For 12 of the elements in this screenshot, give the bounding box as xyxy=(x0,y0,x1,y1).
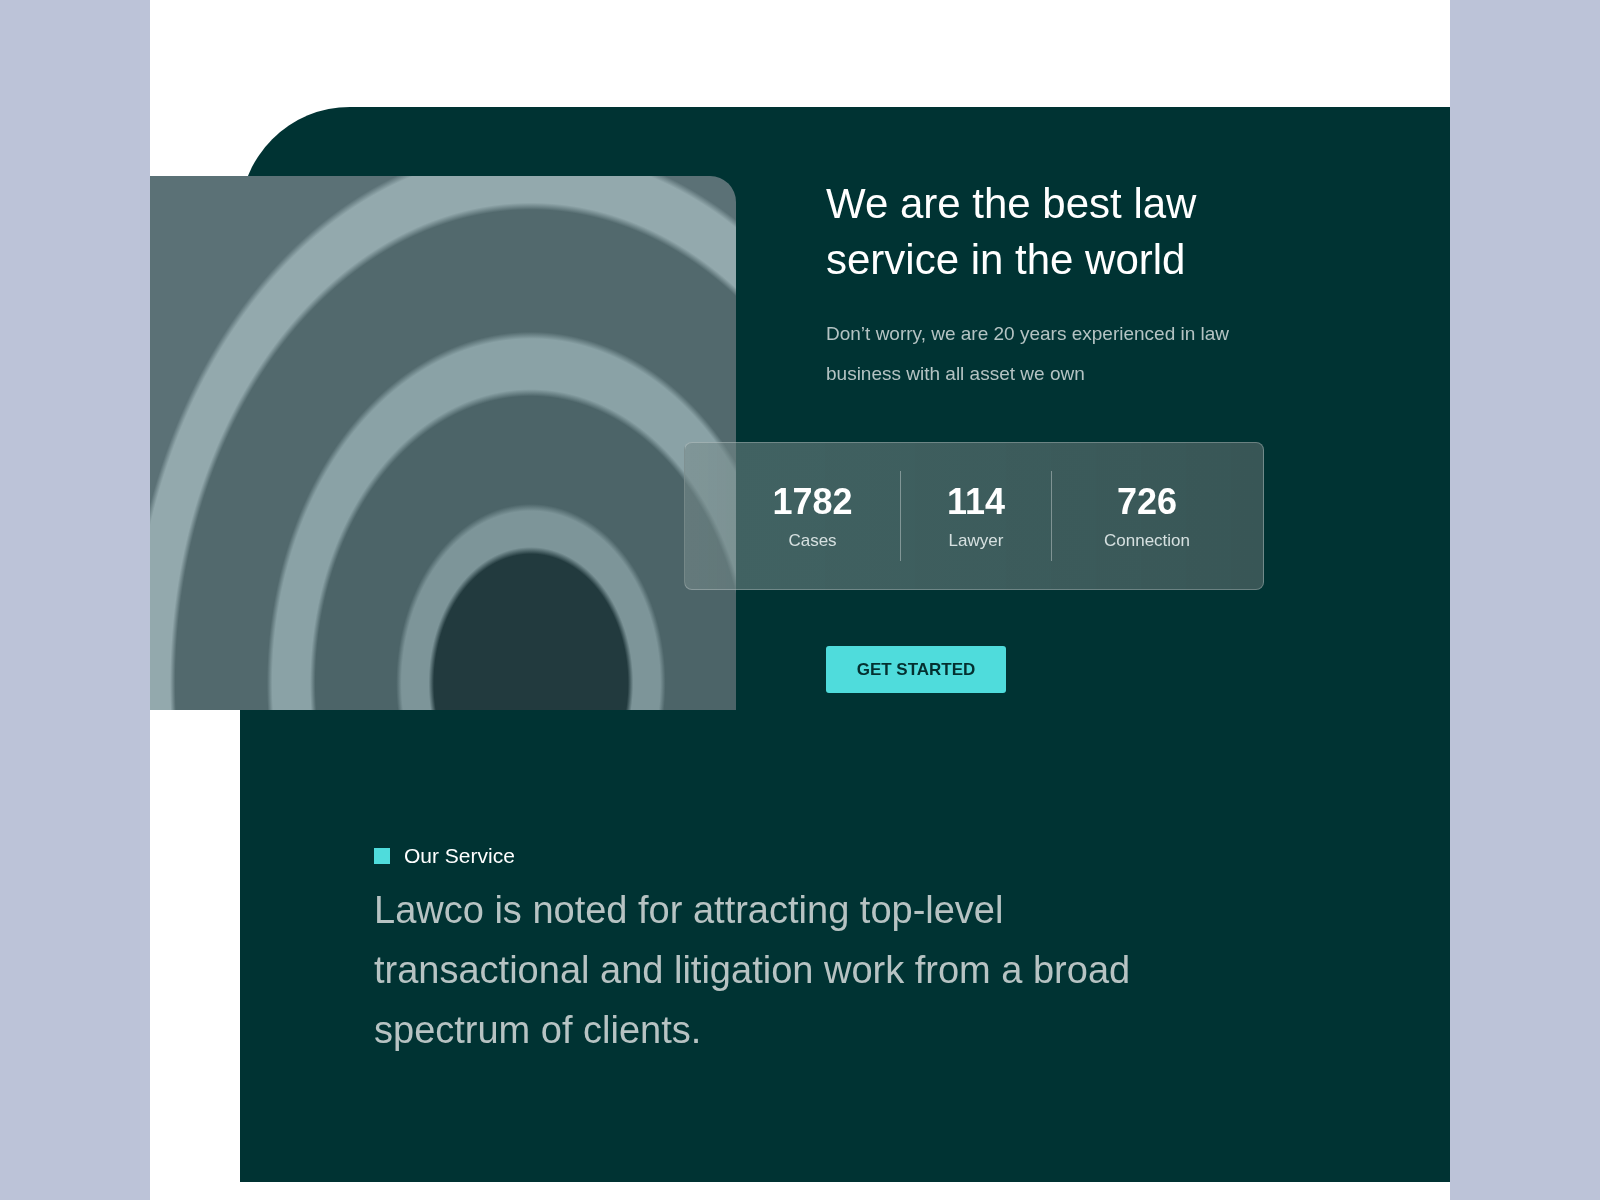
service-text: Lawco is noted for attracting top-level transactional and litigation work from a broad spectrum of clients. xyxy=(374,888,1132,1053)
stat-label: Cases xyxy=(788,531,837,551)
hero-description: Don’t worry, we are 20 years experienced in law business with all asset we own xyxy=(826,322,1231,386)
section-label: Our Service xyxy=(404,844,515,868)
get-started-button[interactable]: GET STARTED xyxy=(826,646,1006,693)
stat-label: Lawyer xyxy=(948,531,1004,551)
stat-label: Connection xyxy=(1104,531,1190,551)
hero-title: We are the best law service in the world xyxy=(826,179,1198,285)
stat-value: 114 xyxy=(946,481,1006,523)
square-icon xyxy=(374,848,390,864)
stat-value: 726 xyxy=(1116,481,1178,523)
stat-value: 1782 xyxy=(772,481,853,523)
